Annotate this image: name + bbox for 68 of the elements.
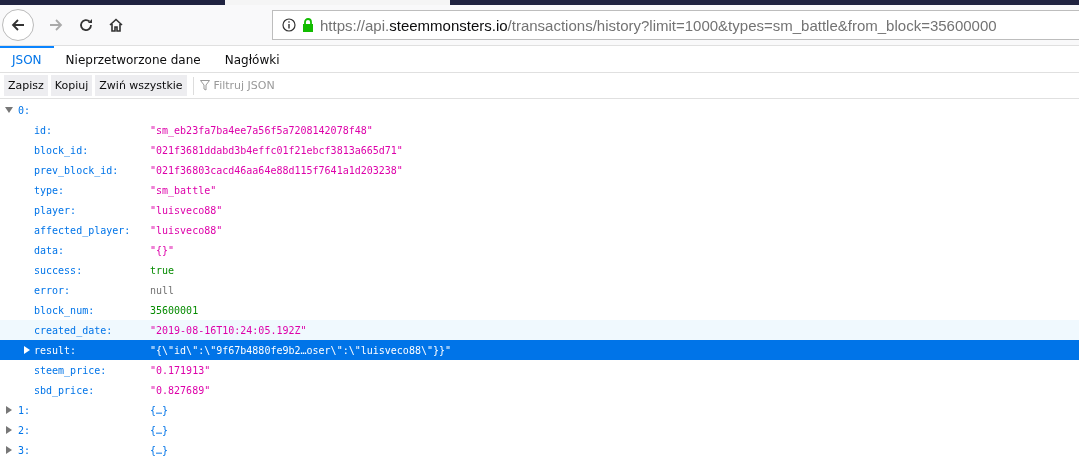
- json-value: true: [150, 264, 175, 276]
- json-value: 35600001: [150, 304, 199, 316]
- json-value: "021f3681ddabd3b4effc01f21ebcf3813a665d71": [150, 144, 403, 156]
- tree-row[interactable]: data: "{}": [0, 240, 1079, 260]
- tree-row[interactable]: id: "sm_eb23fa7ba4ee7a56f5a7208142078f48": [0, 120, 1079, 140]
- json-value: "{\"id\":\"9f67b4880fe9b2…oser\":\"luisveco88\"}}": [150, 344, 452, 356]
- json-value: "sm_eb23fa7ba4ee7a56f5a7208142078f48": [150, 124, 373, 136]
- json-key: success:: [34, 264, 83, 276]
- json-key: steem_price:: [34, 364, 107, 376]
- json-key: error:: [34, 284, 71, 296]
- home-icon[interactable]: [108, 17, 124, 33]
- json-key: prev_block_id:: [34, 164, 119, 176]
- tree-row[interactable]: result: "{\"id\":\"9f67b4880fe9b2…oser\":\"luisveco88\"}}": [0, 340, 1079, 360]
- collapsed-arrow-icon[interactable]: [5, 406, 13, 414]
- collapsed-arrow-icon[interactable]: [5, 426, 13, 434]
- reload-icon[interactable]: [78, 17, 94, 33]
- tree-row[interactable]: player: "luisveco88": [0, 200, 1079, 220]
- json-value: "luisveco88": [150, 224, 223, 236]
- json-value: {…}: [150, 444, 169, 456]
- toolbar-button[interactable]: Zwiń wszystkie: [95, 75, 187, 96]
- tree-row[interactable]: block_num: 35600001: [0, 300, 1079, 320]
- json-value: "021f36803cacd46aa64e88d115f7641a1d203238": [150, 164, 403, 176]
- json-key: block_id:: [34, 144, 89, 156]
- tree-row[interactable]: block_id: "021f3681ddabd3b4effc01f21ebcf3813a665d71": [0, 140, 1079, 160]
- collapsed-arrow-icon[interactable]: [23, 346, 31, 354]
- back-arrow-icon: [10, 17, 26, 33]
- tree-row[interactable]: success: true: [0, 260, 1079, 280]
- json-key: sbd_price:: [34, 384, 95, 396]
- collapsed-arrow-icon[interactable]: [5, 446, 13, 454]
- tree-row[interactable]: type: "sm_battle": [0, 180, 1079, 200]
- json-value: "0.827689": [150, 384, 211, 396]
- json-value: "2019-08-16T10:24:05.192Z": [150, 324, 307, 336]
- address-bar[interactable]: https://api.steemmonsters.io/transactions/history?limit=1000&types=sm_battle&from_block=35600000: [272, 10, 1079, 40]
- expanded-arrow-icon[interactable]: [5, 106, 13, 114]
- toolbar-button[interactable]: Kopiuj: [50, 75, 93, 96]
- tree-row[interactable]: error: null: [0, 280, 1079, 300]
- json-key: result:: [34, 344, 77, 356]
- json-value: {…}: [150, 404, 169, 416]
- json-key: data:: [34, 244, 65, 256]
- tree-row[interactable]: affected_player: "luisveco88": [0, 220, 1079, 240]
- back-button[interactable]: [2, 9, 34, 41]
- json-value: "{}": [150, 244, 175, 256]
- tab[interactable]: Nieprzetworzone dane: [53, 46, 213, 72]
- json-key: type:: [34, 184, 65, 196]
- json-value: null: [150, 284, 175, 296]
- json-value: {…}: [150, 424, 169, 436]
- json-value: "sm_battle": [150, 184, 217, 196]
- json-key: player:: [34, 204, 77, 216]
- json-value: "luisveco88": [150, 204, 223, 216]
- json-key: id:: [34, 124, 53, 136]
- json-key: 0:: [18, 104, 31, 116]
- lock-icon: [302, 18, 314, 32]
- info-icon[interactable]: [282, 18, 296, 32]
- tree-row[interactable]: created_date: "2019-08-16T10:24:05.192Z": [0, 320, 1079, 340]
- tree-row[interactable]: steem_price: "0.171913": [0, 360, 1079, 380]
- tree-row[interactable]: sbd_price: "0.827689": [0, 380, 1079, 400]
- json-key: 3:: [18, 444, 31, 456]
- toolbar-button[interactable]: Zapisz: [4, 75, 48, 96]
- json-key: 2:: [18, 424, 31, 436]
- json-key: created_date:: [34, 324, 113, 336]
- json-key: 1:: [18, 404, 31, 416]
- json-key: block_num:: [34, 304, 95, 316]
- json-key: affected_player:: [34, 224, 131, 236]
- tree-row[interactable]: prev_block_id: "021f36803cacd46aa64e88d115f7641a1d203238": [0, 160, 1079, 180]
- json-value: "0.171913": [150, 364, 211, 376]
- filter-icon: [199, 80, 210, 91]
- url-text: https://api.steemmonsters.io/transactions/history?limit=1000&types=sm_battle&from_block=35600000: [320, 16, 997, 34]
- tab[interactable]: Nagłówki: [212, 46, 292, 72]
